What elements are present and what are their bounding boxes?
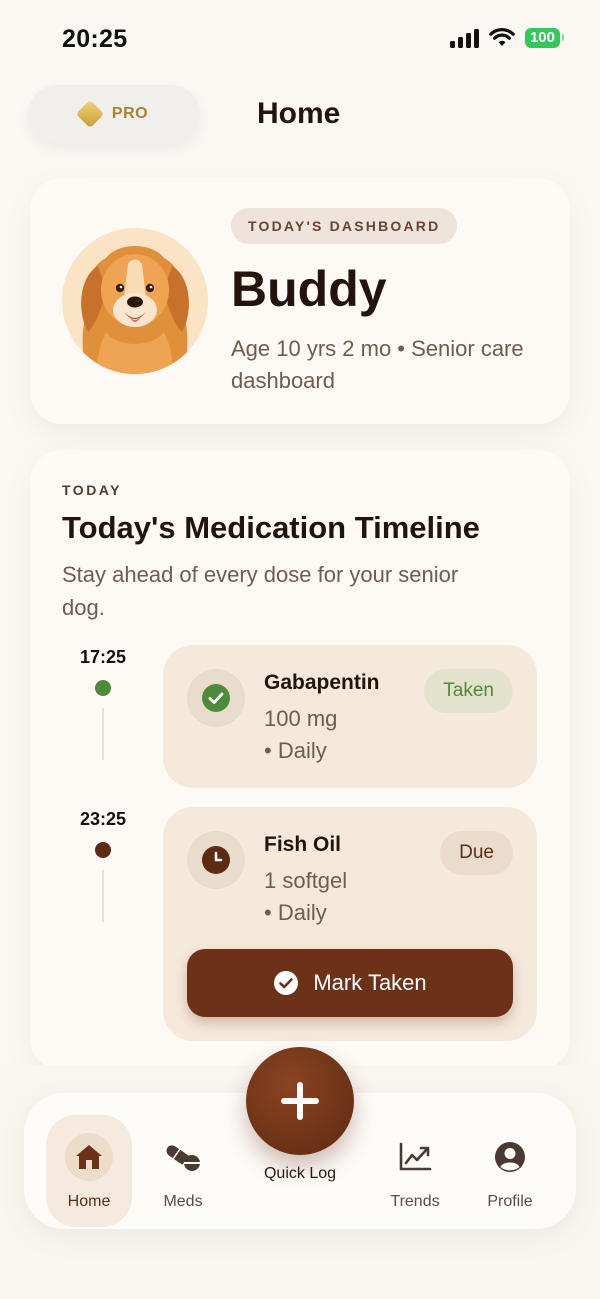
nav-icon-bg <box>486 1133 534 1181</box>
pro-gem-icon <box>75 99 105 129</box>
dose-time: 17:25 <box>79 647 127 667</box>
dose-card-fish-oil[interactable]: Fish Oil 1 softgel • Daily Due Mark Take… <box>163 807 537 1041</box>
status-time: 20:25 <box>62 25 128 53</box>
dose-detail: 1 softgel • Daily <box>264 865 347 929</box>
dog-illustration <box>62 228 208 374</box>
dose-name: Gabapentin <box>264 671 380 694</box>
pet-name: Buddy <box>231 261 387 317</box>
trend-chart-icon <box>399 1142 432 1171</box>
section-eyebrow: TODAY <box>62 482 122 498</box>
section-title: Today's Medication Timeline <box>62 510 480 545</box>
dose-status-icon <box>187 831 245 889</box>
nav-item-trends[interactable]: Trends <box>372 1115 458 1227</box>
dose-name: Fish Oil <box>264 833 342 856</box>
nav-label-meds: Meds <box>163 1193 203 1210</box>
home-icon <box>76 1145 102 1169</box>
timeline-dot <box>95 680 111 696</box>
profile-icon <box>495 1142 525 1172</box>
mark-taken-label: Mark Taken <box>313 970 427 995</box>
cellular-signal-icon <box>449 28 479 48</box>
check-icon <box>202 684 230 712</box>
pills-icon <box>166 1145 200 1171</box>
pro-button[interactable]: PRO <box>28 85 200 143</box>
pro-label: PRO <box>111 105 149 122</box>
dose-amount: 1 softgel <box>264 868 348 893</box>
plus-icon <box>281 1082 319 1120</box>
dose-detail: 100 mg • Daily <box>264 703 337 767</box>
nav-icon-bg <box>159 1133 207 1181</box>
wifi-icon <box>489 28 515 46</box>
timeline-dot <box>95 842 111 858</box>
section-subtitle: Stay ahead of every dose for your senior… <box>62 562 459 620</box>
battery-icon: 100 <box>524 28 565 48</box>
dose-frequency: • Daily <box>264 900 327 925</box>
nav-item-profile[interactable]: Profile <box>467 1115 553 1227</box>
quick-log-button[interactable] <box>246 1047 354 1155</box>
timeline-connector <box>102 708 104 760</box>
nav-label-home: Home <box>67 1193 111 1210</box>
clock-icon <box>202 846 230 874</box>
check-circle-icon <box>274 971 299 995</box>
nav-label-profile: Profile <box>487 1193 533 1210</box>
dose-status-icon <box>187 669 245 727</box>
nav-item-home[interactable]: Home <box>46 1115 132 1227</box>
pet-profile-card: TODAY'S DASHBOARD Buddy Age 10 yrs 2 mo … <box>30 178 570 424</box>
nav-icon-bg <box>65 1133 113 1181</box>
status-badge-due: Due <box>440 831 513 875</box>
dose-card-gabapentin[interactable]: Gabapentin 100 mg • Daily Taken <box>163 645 537 788</box>
page-title: Home <box>257 97 341 130</box>
mark-taken-button[interactable]: Mark Taken <box>187 949 513 1017</box>
dashboard-badge: TODAY'S DASHBOARD <box>231 208 458 244</box>
status-icons: 100 <box>449 28 565 48</box>
timeline-connector <box>102 870 104 922</box>
nav-label-trends: Trends <box>390 1193 440 1210</box>
dose-amount: 100 mg <box>264 706 338 731</box>
pet-avatar[interactable] <box>62 228 208 374</box>
quick-log-label: Quick Log <box>263 1165 337 1182</box>
status-badge-taken: Taken <box>424 669 513 713</box>
pet-subtitle: Age 10 yrs 2 mo • Senior care dashboard <box>231 336 524 393</box>
dose-time: 23:25 <box>79 809 127 829</box>
nav-item-meds[interactable]: Meds <box>140 1115 226 1227</box>
medication-timeline-card: TODAY Today's Medication Timeline Stay a… <box>30 450 570 1070</box>
nav-icon-bg <box>391 1133 439 1181</box>
dose-frequency: • Daily <box>264 738 327 763</box>
